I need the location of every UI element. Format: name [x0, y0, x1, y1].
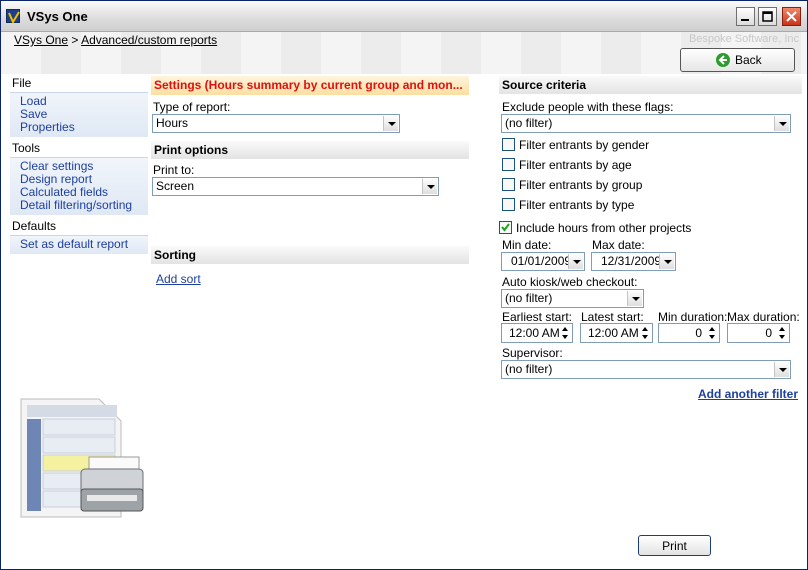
latest-start-spinner[interactable]: 12:00 AM: [580, 323, 653, 343]
include-hours-label: Include hours from other projects: [516, 221, 692, 235]
chevron-down-icon: [774, 362, 789, 377]
nav-group-defaults: Set as default report: [10, 235, 148, 254]
spinner-arrows-icon[interactable]: [639, 325, 651, 341]
filter-group-label: Filter entrants by group: [519, 178, 643, 192]
min-duration-label: Min duration:: [658, 310, 728, 324]
vendor-watermark: Bespoke Software, Inc: [688, 33, 799, 45]
latest-start-label: Latest start:: [581, 310, 644, 324]
filter-group-checkbox[interactable]: [502, 178, 515, 191]
min-date-label: Min date:: [502, 238, 552, 252]
chevron-down-icon: [422, 179, 437, 194]
close-button[interactable]: [782, 7, 801, 26]
min-date-picker[interactable]: 01/01/2009: [501, 252, 585, 271]
earliest-start-label: Earliest start:: [502, 310, 573, 324]
nav-heading-file: File: [12, 76, 32, 90]
supervisor-select[interactable]: (no filter): [501, 360, 791, 379]
title-bar: VSys One: [1, 1, 807, 32]
app-window: VSys One VSys One > Advanced/custom repo…: [0, 0, 808, 570]
back-button[interactable]: Back: [680, 48, 795, 72]
latest-start-value: 12:00 AM: [588, 326, 639, 340]
add-filter-link[interactable]: Add another filter: [698, 387, 798, 401]
nav-item-detail-filtering[interactable]: Detail filtering/sorting: [20, 199, 148, 212]
min-date-value: 01/01/2009: [511, 254, 572, 268]
checkmark-icon: [501, 223, 510, 232]
print-to-select[interactable]: Screen: [152, 177, 439, 196]
report-type-select[interactable]: Hours: [152, 114, 400, 133]
max-date-label: Max date:: [592, 238, 645, 252]
max-date-value: 12/31/2009: [601, 254, 662, 268]
add-sort-link[interactable]: Add sort: [156, 272, 201, 286]
settings-heading: Settings (Hours summary by current group…: [151, 76, 469, 95]
source-criteria-heading: Source criteria: [499, 76, 802, 94]
chevron-down-icon: [383, 116, 398, 131]
supervisor-value: (no filter): [505, 362, 553, 376]
nav-group-tools: Clear settings Design report Calculated …: [10, 157, 148, 215]
print-options-heading: Print options: [151, 141, 469, 159]
filter-age-checkbox[interactable]: [502, 158, 515, 171]
nav-item-set-default[interactable]: Set as default report: [20, 238, 148, 251]
report-printer-illustration: [20, 398, 144, 518]
filter-age-label: Filter entrants by age: [519, 158, 632, 172]
chevron-down-icon: [774, 116, 789, 131]
supervisor-label: Supervisor:: [502, 346, 563, 360]
back-button-label: Back: [735, 53, 762, 67]
min-duration-value: 0: [695, 326, 702, 340]
report-type-value: Hours: [156, 116, 189, 130]
nav-item-properties[interactable]: Properties: [20, 121, 148, 134]
maximize-button[interactable]: [758, 7, 777, 26]
filter-type-label: Filter entrants by type: [519, 198, 635, 212]
kiosk-checkout-select[interactable]: (no filter): [501, 289, 644, 308]
spinner-arrows-icon[interactable]: [706, 325, 718, 341]
chevron-down-icon: [659, 254, 674, 269]
max-date-picker[interactable]: 12/31/2009: [591, 252, 676, 271]
chevron-down-icon: [627, 291, 642, 306]
min-duration-spinner[interactable]: 0: [658, 323, 720, 343]
max-duration-spinner[interactable]: 0: [727, 323, 790, 343]
earliest-start-spinner[interactable]: 12:00 AM: [501, 323, 573, 343]
earliest-start-value: 12:00 AM: [509, 326, 560, 340]
kiosk-checkout-label: Auto kiosk/web checkout:: [502, 275, 638, 289]
print-to-value: Screen: [156, 179, 195, 193]
nav-heading-defaults: Defaults: [12, 219, 57, 233]
nav-group-file: Load Save Properties: [10, 92, 148, 137]
breadcrumb: VSys One > Advanced/custom reports: [14, 33, 217, 47]
kiosk-checkout-value: (no filter): [505, 291, 553, 305]
max-duration-value: 0: [765, 326, 772, 340]
exclude-flags-label: Exclude people with these flags:: [502, 100, 674, 114]
max-duration-label: Max duration:: [727, 310, 800, 324]
back-arrow-icon: [716, 53, 730, 67]
exclude-flags-value: (no filter): [505, 116, 553, 130]
sorting-heading: Sorting: [151, 246, 469, 264]
left-nav: File Load Save Properties Tools Clear se…: [10, 76, 148, 258]
minimize-button[interactable]: [736, 7, 755, 26]
breadcrumb-root-link[interactable]: VSys One: [14, 33, 68, 47]
filter-gender-label: Filter entrants by gender: [519, 138, 650, 152]
exclude-flags-select[interactable]: (no filter): [501, 114, 791, 133]
print-to-label: Print to:: [153, 163, 195, 177]
chevron-down-icon: [568, 254, 583, 269]
print-button[interactable]: Print: [638, 535, 711, 556]
filter-gender-checkbox[interactable]: [502, 138, 515, 151]
report-type-label: Type of report:: [153, 100, 231, 114]
spinner-arrows-icon[interactable]: [776, 325, 788, 341]
app-icon: [6, 9, 20, 23]
window-title: VSys One: [27, 9, 88, 24]
nav-heading-tools: Tools: [12, 141, 41, 155]
breadcrumb-current-link[interactable]: Advanced/custom reports: [81, 33, 217, 47]
include-hours-checkbox[interactable]: [499, 221, 512, 234]
spinner-arrows-icon[interactable]: [559, 325, 571, 341]
breadcrumb-separator: >: [71, 33, 79, 47]
filter-type-checkbox[interactable]: [502, 198, 515, 211]
